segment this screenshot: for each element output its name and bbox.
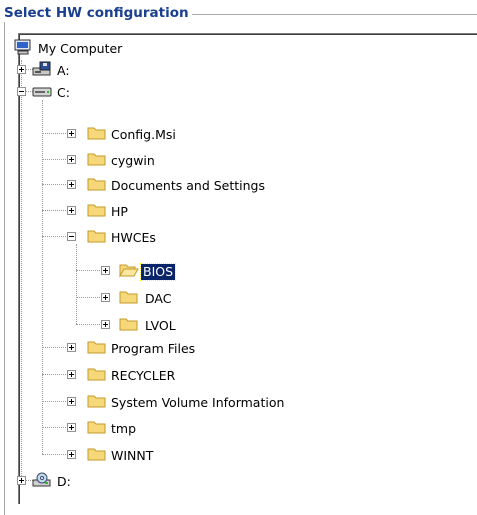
group-title: Select HW configuration bbox=[3, 4, 192, 22]
folder-icon bbox=[87, 204, 106, 217]
tree-label[interactable]: C: bbox=[55, 85, 72, 101]
expand-toggle[interactable] bbox=[17, 476, 26, 485]
tree-line bbox=[21, 60, 22, 480]
tree-label[interactable]: Documents and Settings bbox=[109, 178, 267, 194]
tree-label[interactable]: tmp bbox=[109, 421, 138, 437]
tree-label[interactable]: HWCEs bbox=[109, 230, 158, 246]
tree-label[interactable]: BIOS bbox=[139, 263, 177, 281]
tree-label[interactable]: Config.Msi bbox=[109, 127, 178, 143]
expand-toggle[interactable] bbox=[67, 450, 76, 459]
tree-line bbox=[76, 297, 100, 298]
tree-line bbox=[76, 324, 100, 325]
tree-label[interactable]: WINNT bbox=[109, 448, 155, 464]
expand-toggle[interactable] bbox=[67, 155, 76, 164]
expand-toggle[interactable] bbox=[67, 370, 76, 379]
tree-label[interactable]: DAC bbox=[143, 291, 173, 307]
expand-toggle[interactable] bbox=[101, 266, 110, 275]
expand-toggle[interactable] bbox=[101, 293, 110, 302]
open-folder-icon bbox=[119, 264, 139, 278]
expand-toggle[interactable] bbox=[17, 65, 26, 74]
floppy-drive-icon bbox=[32, 61, 51, 76]
tree-label[interactable]: My Computer bbox=[36, 41, 124, 57]
expand-toggle[interactable] bbox=[67, 129, 76, 138]
folder-icon bbox=[119, 291, 138, 304]
expand-toggle[interactable] bbox=[67, 206, 76, 215]
collapse-toggle[interactable] bbox=[17, 87, 26, 96]
expand-toggle[interactable] bbox=[67, 343, 76, 352]
folder-icon bbox=[119, 318, 138, 331]
folder-icon bbox=[87, 368, 106, 381]
expand-toggle[interactable] bbox=[67, 423, 76, 432]
tree-label[interactable]: LVOL bbox=[143, 318, 178, 334]
folder-icon bbox=[87, 448, 106, 461]
tree-line bbox=[76, 244, 77, 324]
tree-label[interactable]: A: bbox=[55, 63, 72, 79]
hw-config-tree[interactable]: My Computer A: C: Config.Msi cygwin Docu… bbox=[14, 33, 477, 504]
tree-label[interactable]: System Volume Information bbox=[109, 395, 286, 411]
tree-label[interactable]: D: bbox=[55, 474, 73, 490]
expand-toggle[interactable] bbox=[67, 180, 76, 189]
collapse-toggle[interactable] bbox=[67, 232, 76, 241]
folder-icon bbox=[87, 395, 106, 408]
folder-icon bbox=[87, 127, 106, 140]
folder-icon bbox=[87, 341, 106, 354]
cd-drive-icon bbox=[32, 472, 51, 487]
tree-label[interactable]: Program Files bbox=[109, 341, 197, 357]
folder-icon bbox=[87, 421, 106, 434]
tree-label[interactable]: RECYCLER bbox=[109, 368, 177, 384]
expand-toggle[interactable] bbox=[67, 397, 76, 406]
folder-icon bbox=[87, 153, 106, 166]
tree-label[interactable]: cygwin bbox=[109, 153, 157, 169]
folder-icon bbox=[87, 230, 106, 243]
folder-icon bbox=[87, 178, 106, 191]
expand-toggle[interactable] bbox=[101, 320, 110, 329]
tree-line bbox=[76, 270, 100, 271]
computer-icon bbox=[14, 39, 31, 55]
hard-drive-icon bbox=[32, 87, 52, 97]
tree-label[interactable]: HP bbox=[109, 204, 130, 220]
